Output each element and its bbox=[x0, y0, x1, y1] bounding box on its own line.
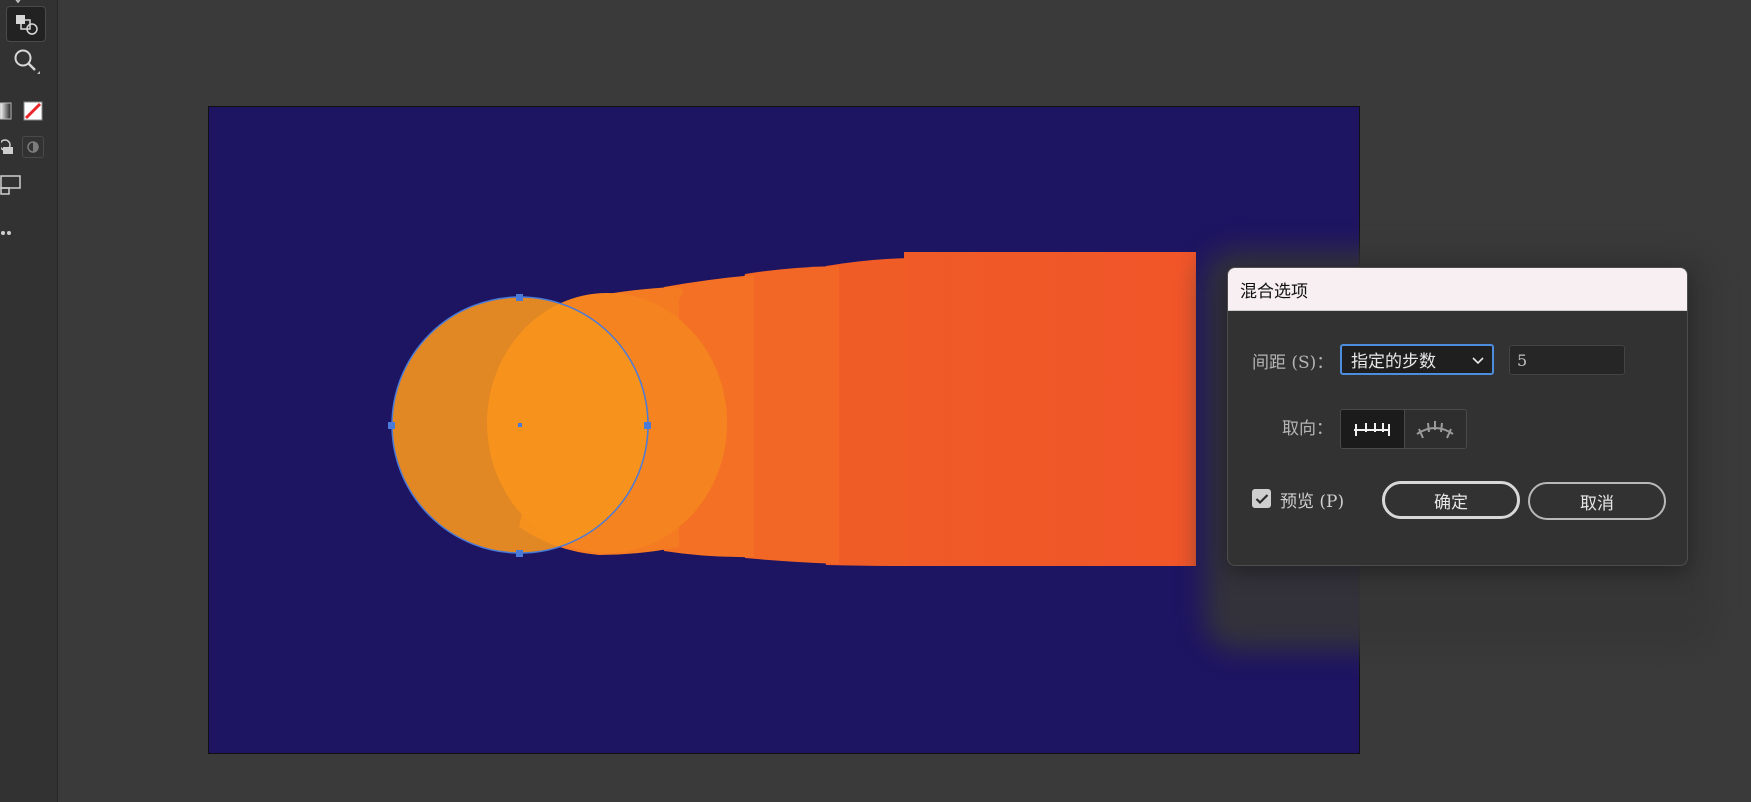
more-tools-icon[interactable] bbox=[0, 224, 18, 242]
dialog-title[interactable]: 混合选项 bbox=[1228, 268, 1687, 311]
cancel-button[interactable]: 取消 bbox=[1528, 482, 1666, 520]
blend-options-dialog: 混合选项 间距 (S)： 指定的步数 5 取向： 预览 (P) 确定 取消 bbox=[1227, 267, 1688, 566]
shape-builder-icon[interactable] bbox=[6, 6, 46, 42]
ok-button[interactable]: 确定 bbox=[1382, 481, 1520, 519]
anchor-point-left[interactable] bbox=[388, 422, 395, 429]
spacing-select[interactable]: 指定的步数 bbox=[1340, 344, 1494, 375]
align-to-path-icon bbox=[1416, 421, 1454, 439]
align-to-page-button[interactable] bbox=[1341, 410, 1404, 448]
artboard[interactable] bbox=[208, 106, 1360, 754]
anchor-point-right[interactable] bbox=[644, 422, 651, 429]
screen-mode-icon[interactable] bbox=[0, 172, 22, 198]
steps-input[interactable]: 5 bbox=[1509, 345, 1625, 375]
tools-panel bbox=[0, 0, 58, 802]
spacing-label: 间距 (S)： bbox=[1252, 353, 1334, 373]
preview-checkbox[interactable] bbox=[1252, 489, 1271, 508]
orientation-label: 取向： bbox=[1282, 419, 1333, 439]
align-to-path-button[interactable] bbox=[1403, 410, 1466, 448]
none-swatch-icon[interactable] bbox=[22, 100, 44, 122]
center-point bbox=[518, 423, 522, 427]
orientation-toggle bbox=[1340, 409, 1467, 449]
zoom-icon[interactable] bbox=[6, 44, 46, 78]
chevron-down-icon bbox=[1472, 350, 1484, 370]
draw-behind-icon[interactable] bbox=[22, 136, 44, 158]
draw-mode-icon[interactable] bbox=[0, 136, 16, 158]
spacing-select-value: 指定的步数 bbox=[1351, 352, 1436, 372]
align-to-page-icon bbox=[1354, 423, 1391, 436]
anchor-point-bottom[interactable] bbox=[516, 550, 523, 557]
anchor-point-top[interactable] bbox=[516, 294, 523, 301]
fill-stroke-icon[interactable] bbox=[0, 100, 14, 122]
preview-label[interactable]: 预览 (P) bbox=[1280, 487, 1344, 512]
blend-artwork[interactable] bbox=[209, 107, 1360, 754]
checkmark-icon bbox=[1255, 493, 1268, 504]
blend-end-rectangle[interactable] bbox=[904, 252, 1196, 566]
